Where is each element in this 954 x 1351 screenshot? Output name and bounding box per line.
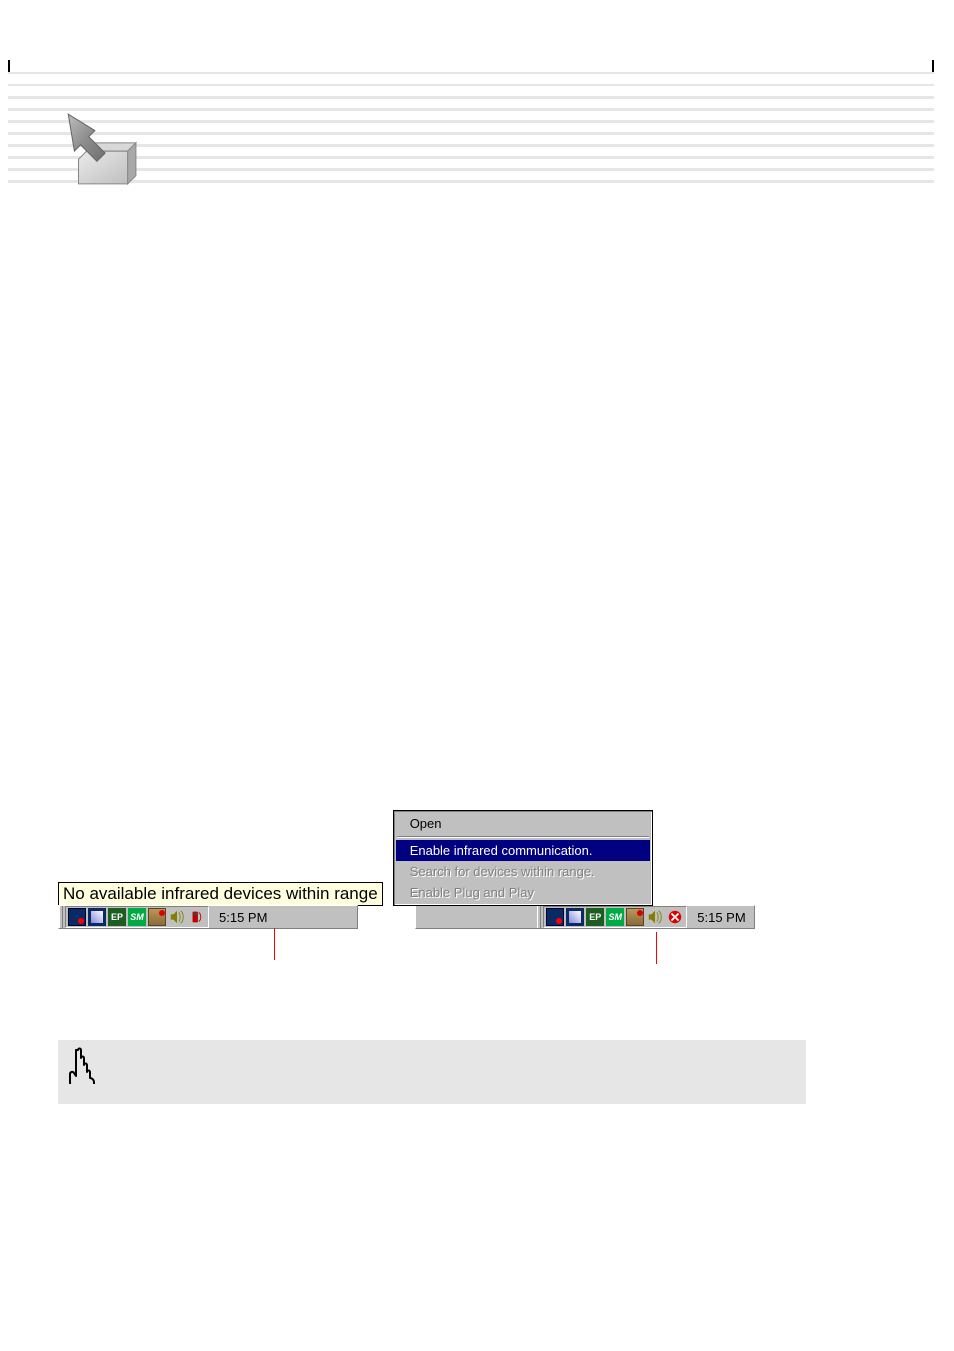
infrared-tooltip: No available infrared devices within ran… [58,882,383,906]
taskbar-clock[interactable]: 5:15 PM [209,906,275,928]
server-icon[interactable] [626,908,644,926]
network-icon[interactable] [566,908,584,926]
ep-tray-icon[interactable]: EP [108,908,126,926]
display-settings-icon[interactable] [68,908,86,926]
taskbar-left: EP SM 5:15 PM [58,905,358,929]
system-tray-left: EP SM [65,906,209,928]
sm-tray-icon[interactable]: SM [128,908,146,926]
infrared-disabled-icon[interactable] [666,908,684,926]
section-header-icon [58,108,140,190]
screenshot-row: No available infrared devices within ran… [58,810,874,929]
screenshot-context-menu: Open Enable infrared communication. Sear… [403,810,755,929]
menu-separator [397,836,649,838]
taskbar-clock[interactable]: 5:15 PM [687,906,753,928]
caution-hand-icon [68,1044,102,1084]
taskbar-right: EP SM 5:15 PM [415,905,755,929]
taskbar-grip[interactable] [537,906,541,928]
server-icon[interactable] [148,908,166,926]
menu-item-open[interactable]: Open [396,813,650,834]
callout-pointer-left [274,928,275,960]
display-settings-icon[interactable] [546,908,564,926]
header-stripe-group [8,72,934,192]
menu-item-enable-infrared[interactable]: Enable infrared communication. [396,840,650,861]
crop-mark-left [8,60,10,72]
ep-tray-icon[interactable]: EP [586,908,604,926]
network-icon[interactable] [88,908,106,926]
sm-tray-icon[interactable]: SM [606,908,624,926]
crop-mark-right [932,60,934,72]
caution-callout-box [58,1040,806,1104]
infrared-context-menu: Open Enable infrared communication. Sear… [393,810,653,906]
infrared-tray-icon[interactable] [188,908,206,926]
volume-icon[interactable] [168,908,186,926]
system-tray-right: EP SM [543,906,687,928]
menu-item-enable-pnp[interactable]: Enable Plug and Play [396,882,650,903]
screenshot-tooltip: No available infrared devices within ran… [58,882,383,929]
menu-item-search-devices[interactable]: Search for devices within range. [396,861,650,882]
taskbar-grip[interactable] [59,906,63,928]
volume-icon[interactable] [646,908,664,926]
callout-pointer-right [656,932,657,964]
